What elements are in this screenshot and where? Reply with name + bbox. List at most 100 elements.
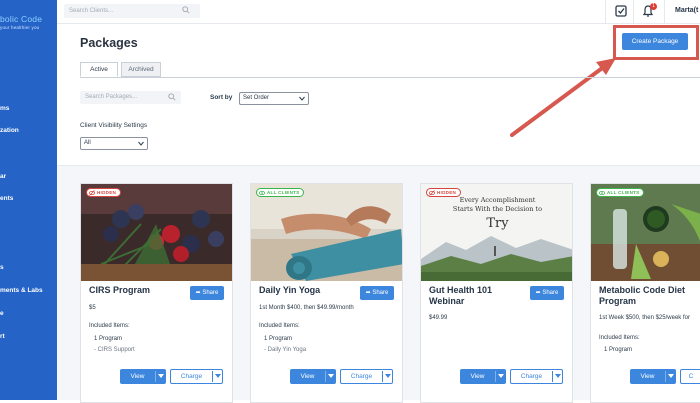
annotation-arrow — [510, 58, 616, 137]
package-image-mountains: Every Accomplishment Starts With the Dec… — [421, 184, 572, 281]
tabs-underline — [80, 77, 700, 78]
included-items-label: Included Items: — [259, 323, 300, 329]
brand-logo[interactable]: bolic Code your healthier you — [0, 14, 42, 30]
visibility-badge: ALL CLIENTS — [596, 188, 645, 197]
charge-button[interactable]: C — [680, 369, 700, 384]
visibility-badge: ALL CLIENTS — [256, 188, 305, 197]
included-items-label: Included Items: — [599, 335, 640, 341]
package-title: CIRS Program — [89, 285, 151, 295]
eye-icon — [259, 190, 265, 196]
visibility-badge-label: ALL CLIENTS — [267, 190, 300, 195]
caret-down-icon[interactable] — [328, 374, 334, 379]
button-separator — [552, 371, 553, 382]
charge-button[interactable]: Charge — [510, 369, 563, 384]
sort-order-value: Set Order — [243, 95, 270, 101]
sidebar-item-support[interactable]: rt — [0, 333, 5, 340]
chevron-down-icon — [299, 96, 305, 101]
image-caption-line: Starts With the Decision to — [452, 205, 543, 213]
included-subitem: - Daily Yin Yoga — [264, 347, 307, 353]
package-card[interactable]: ALL CLIENTS Metabolic Code Diet Program … — [590, 183, 700, 403]
hidden-eye-icon — [429, 190, 435, 196]
caret-down-icon[interactable] — [668, 374, 674, 379]
package-price: $49.99 — [429, 315, 448, 321]
sidebar: bolic Code your healthier you ms zation … — [0, 0, 57, 400]
visibility-badge-label: ALL CLIENTS — [607, 190, 640, 195]
share-label: Share — [202, 290, 219, 296]
search-icon — [168, 93, 176, 101]
package-search-input[interactable]: Search Packages... — [80, 91, 181, 104]
included-item: 1 Program — [264, 336, 293, 342]
tab-archived[interactable]: Archived — [121, 62, 161, 77]
page-title: Packages — [80, 36, 138, 50]
button-separator — [665, 371, 666, 382]
view-button[interactable]: View — [460, 369, 506, 384]
button-separator — [155, 371, 156, 382]
charge-button[interactable]: Charge — [170, 369, 223, 384]
caret-down-icon[interactable] — [215, 374, 221, 379]
package-search-placeholder: Search Packages... — [85, 94, 138, 100]
visibility-badge-label: HIDDEN — [97, 190, 117, 195]
sidebar-item-programs[interactable]: ms — [0, 105, 9, 112]
view-button[interactable]: View — [630, 369, 676, 384]
package-card[interactable]: Every Accomplishment Starts With the Dec… — [420, 183, 573, 403]
included-subitem: - CIRS Support — [94, 347, 135, 353]
sort-by-label: Sort by — [210, 94, 233, 101]
sidebar-item-payments[interactable]: ents — [0, 195, 13, 202]
view-label: View — [470, 373, 485, 380]
logo-tagline: your healthier you — [0, 25, 40, 30]
client-search-placeholder: Search Clients... — [69, 8, 114, 14]
package-card[interactable]: ALL CLIENTS Daily Yin Yoga ➦ Share 1st M… — [250, 183, 403, 403]
included-item: 1 Program — [604, 347, 633, 353]
caret-down-icon[interactable] — [385, 374, 391, 379]
sidebar-item-forms[interactable]: s — [0, 264, 4, 271]
sidebar-item-calendar[interactable]: ar — [0, 173, 6, 180]
included-item: 1 Program — [94, 336, 123, 342]
share-button[interactable]: ➦ Share — [190, 286, 224, 300]
package-price: $5 — [89, 305, 96, 311]
tab-active[interactable]: Active — [80, 62, 118, 77]
visibility-badge: HIDDEN — [86, 188, 122, 197]
chevron-down-icon — [138, 141, 144, 146]
user-menu[interactable]: Marta(t — [675, 7, 698, 14]
share-button[interactable]: ➦ Share — [360, 286, 394, 300]
visibility-badge-label: HIDDEN — [437, 190, 457, 195]
charge-label: Charge — [520, 373, 543, 380]
client-search-input[interactable]: Search Clients... — [64, 4, 200, 18]
sidebar-item-resource[interactable]: e — [0, 310, 4, 317]
visibility-badge: HIDDEN — [426, 188, 462, 197]
package-price: 1st Week $500, then $25/week for — [599, 315, 690, 321]
topbar-divider — [664, 0, 665, 24]
charge-label: Charge — [350, 373, 373, 380]
share-label: Share — [542, 290, 559, 296]
client-visibility-label: Client Visibility Settings — [80, 122, 148, 129]
view-label: View — [640, 373, 655, 380]
package-title: Daily Yin Yoga — [259, 285, 321, 295]
caret-down-icon[interactable] — [498, 374, 504, 379]
charge-label: Charge — [180, 373, 203, 380]
view-label: View — [130, 373, 145, 380]
package-card[interactable]: HIDDEN CIRS Program ➦ Share $5 Included … — [80, 183, 233, 403]
top-bar: Search Clients... 1 Marta(t — [57, 0, 700, 24]
sidebar-item-assessments-labs[interactable]: ments & Labs — [0, 287, 43, 294]
button-separator — [495, 371, 496, 382]
caret-down-icon[interactable] — [555, 374, 561, 379]
share-label: Share — [372, 290, 389, 296]
sort-order-select[interactable]: Set Order — [239, 92, 309, 105]
button-separator — [212, 371, 213, 382]
sidebar-item-organization[interactable]: zation — [0, 127, 19, 134]
package-image-greens — [591, 184, 700, 281]
charge-button[interactable]: Charge — [340, 369, 393, 384]
view-button[interactable]: View — [120, 369, 166, 384]
caret-down-icon[interactable] — [158, 374, 164, 379]
tasks-checkbox-icon[interactable] — [615, 4, 627, 17]
client-visibility-select[interactable]: All — [80, 137, 148, 150]
notification-count-badge: 1 — [650, 3, 657, 10]
image-caption-line: Every Accomplishment — [459, 196, 536, 204]
search-icon — [182, 6, 190, 14]
eye-icon — [599, 190, 605, 196]
topbar-divider — [633, 0, 634, 24]
button-separator — [382, 371, 383, 382]
view-button[interactable]: View — [290, 369, 336, 384]
share-button[interactable]: ➦ Share — [530, 286, 564, 300]
hidden-eye-icon — [89, 190, 95, 196]
